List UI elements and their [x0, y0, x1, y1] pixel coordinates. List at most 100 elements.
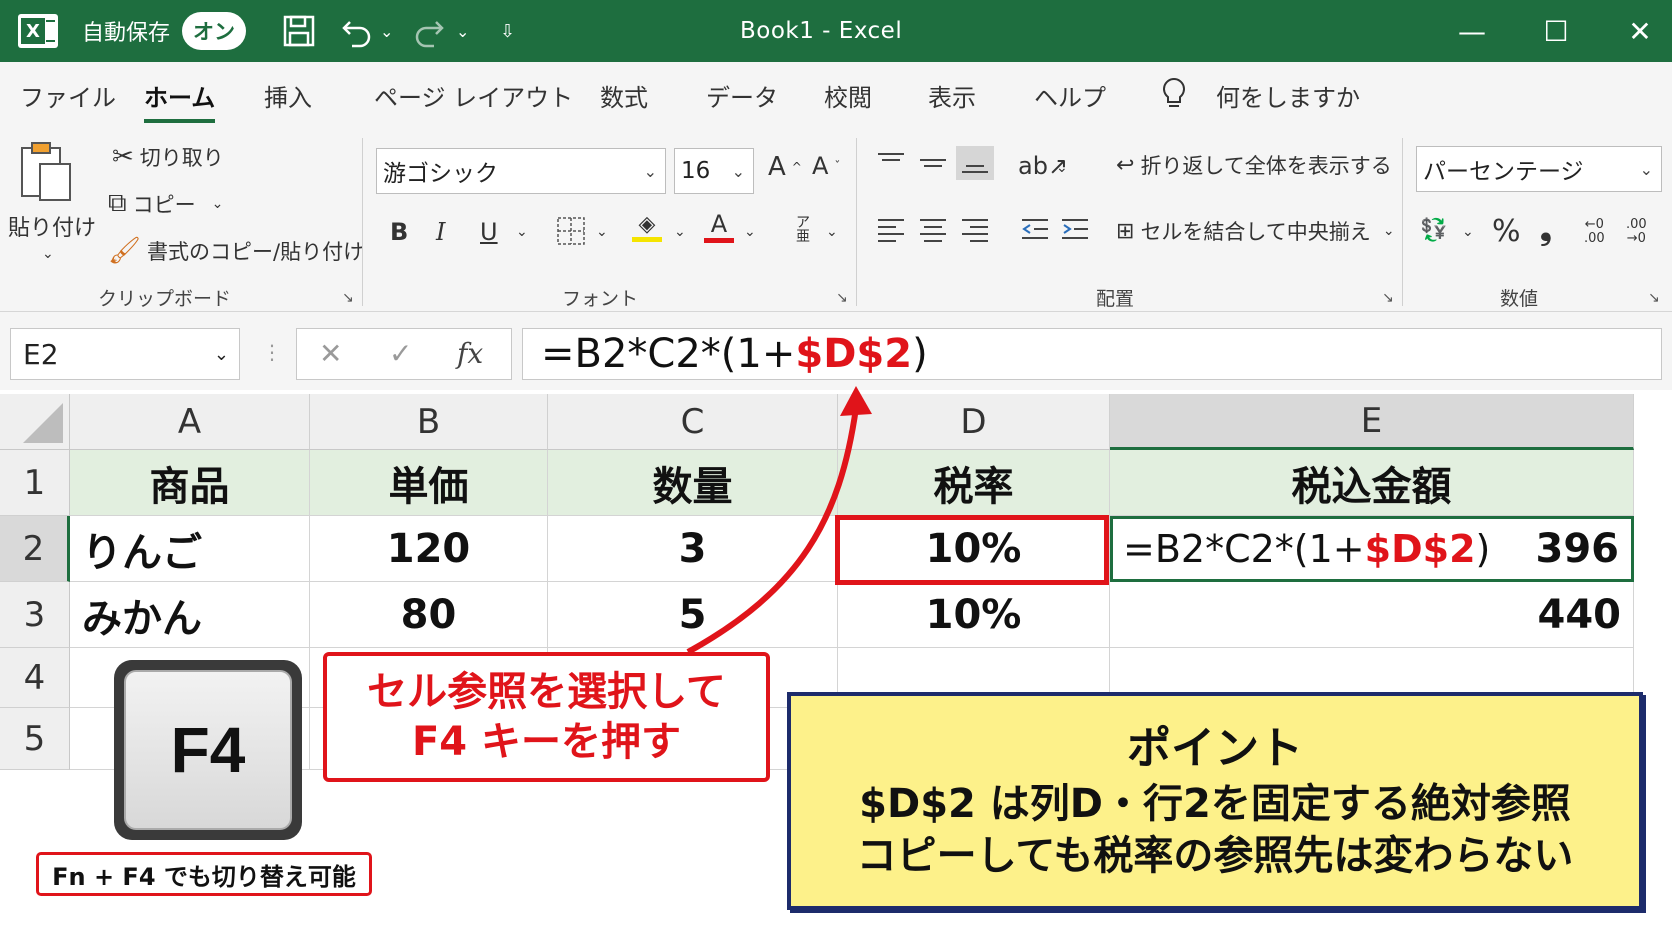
column-header-e[interactable]: E [1110, 394, 1634, 450]
tab-formulas[interactable]: 数式 [600, 78, 648, 113]
tab-view[interactable]: 表示 [928, 78, 976, 113]
font-color-icon[interactable]: A [704, 210, 734, 243]
font-size-select[interactable]: 16 ⌄ [674, 148, 754, 194]
align-right-icon[interactable] [960, 216, 990, 242]
cell-a2[interactable]: りんご [70, 516, 310, 582]
cell-c3[interactable]: 5 [548, 582, 838, 648]
tab-file[interactable]: ファイル [20, 78, 116, 113]
wrap-text-button[interactable]: ↩ 折り返して全体を表示する [1116, 150, 1392, 180]
decrease-font-icon[interactable]: Aˇ [812, 152, 840, 180]
orientation-dropdown-icon[interactable]: ⌄ [1056, 160, 1068, 176]
clipboard-launcher-icon[interactable]: ↘ [342, 290, 354, 306]
redo-icon[interactable] [412, 0, 446, 62]
cut-button[interactable]: ✂ 切り取り [112, 142, 224, 172]
cell-b1[interactable]: 単価 [310, 450, 548, 516]
borders-icon[interactable] [556, 216, 586, 246]
undo-icon[interactable] [340, 0, 374, 62]
increase-decimal-icon[interactable]: ←0.00 [1584, 217, 1605, 247]
paste-dropdown-icon[interactable]: ⌄ [42, 246, 54, 262]
lightbulb-icon[interactable] [1160, 76, 1188, 117]
italic-icon[interactable]: I [436, 218, 445, 246]
number-launcher-icon[interactable]: ↘ [1648, 290, 1660, 306]
borders-dropdown-icon[interactable]: ⌄ [596, 224, 608, 240]
cell-b2[interactable]: 120 [310, 516, 548, 582]
cell-d1[interactable]: 税率 [838, 450, 1110, 516]
align-top-icon[interactable] [876, 150, 906, 176]
name-box[interactable]: E2 ⌄ [10, 328, 240, 380]
increase-indent-icon[interactable] [1060, 216, 1090, 242]
merge-center-button[interactable]: ⊞ セルを結合して中央揃え ⌄ [1116, 216, 1395, 246]
tell-me-search[interactable]: 何をしますか [1216, 78, 1360, 113]
tab-home[interactable]: ホーム [144, 78, 216, 123]
maximize-button[interactable]: ☐ [1536, 0, 1576, 62]
paste-icon[interactable] [18, 140, 74, 202]
cell-d3[interactable]: 10% [838, 582, 1110, 648]
column-header-d[interactable]: D [838, 394, 1110, 450]
align-center-icon[interactable] [918, 216, 948, 242]
tab-help[interactable]: ヘルプ [1034, 78, 1106, 113]
row-header-3[interactable]: 3 [0, 582, 70, 648]
phonetic-icon[interactable]: ア亜 [796, 216, 810, 244]
column-header-a[interactable]: A [70, 394, 310, 450]
increase-font-icon[interactable]: A ^ [768, 152, 802, 182]
cell-a3[interactable]: みかん [70, 582, 310, 648]
decrease-decimal-icon[interactable]: .00 →0 [1626, 217, 1647, 247]
copy-button[interactable]: ⧉ コピー ⌄ [108, 188, 223, 219]
align-middle-icon[interactable] [918, 150, 948, 176]
cell-e2[interactable]: =B2*C2*(1+$D$2) 396 [1110, 516, 1634, 582]
phonetic-dropdown-icon[interactable]: ⌄ [826, 224, 838, 240]
merge-dropdown-icon[interactable]: ⌄ [1383, 223, 1395, 239]
cell-c1[interactable]: 数量 [548, 450, 838, 516]
fill-color-icon[interactable]: ◈ [632, 212, 662, 242]
decrease-indent-icon[interactable] [1020, 216, 1050, 242]
format-painter-button[interactable]: 🖌 書式のコピー/貼り付け [108, 236, 364, 266]
paste-button[interactable]: 貼り付け [8, 210, 96, 242]
cell-e3[interactable]: 440 [1110, 582, 1634, 648]
save-icon[interactable] [282, 0, 316, 62]
chevron-down-icon: ⌄ [731, 161, 745, 181]
copy-dropdown-icon[interactable]: ⌄ [212, 196, 224, 212]
currency-dropdown-icon[interactable]: ⌄ [1462, 224, 1474, 240]
cell-b3[interactable]: 80 [310, 582, 548, 648]
close-button[interactable]: ✕ [1620, 0, 1660, 62]
percent-style-icon[interactable]: % [1492, 214, 1521, 249]
tab-insert[interactable]: 挿入 [264, 78, 312, 113]
minimize-button[interactable]: — [1452, 0, 1492, 62]
row-header-4[interactable]: 4 [0, 648, 70, 708]
row-header-1[interactable]: 1 [0, 450, 70, 516]
select-all-corner[interactable] [0, 394, 70, 450]
tab-review[interactable]: 校閲 [824, 78, 872, 113]
column-header-c[interactable]: C [548, 394, 838, 450]
enter-icon[interactable]: ✓ [389, 337, 412, 370]
cancel-icon[interactable]: ✕ [319, 337, 342, 370]
copy-label: コピー [132, 192, 196, 217]
insert-function-icon[interactable]: fx [457, 337, 483, 370]
cell-a1[interactable]: 商品 [70, 450, 310, 516]
fill-color-dropdown-icon[interactable]: ⌄ [674, 224, 686, 240]
tab-page-layout[interactable]: ページ レイアウト [374, 78, 573, 113]
font-launcher-icon[interactable]: ↘ [836, 290, 848, 306]
font-name-select[interactable]: 游ゴシック ⌄ [376, 148, 666, 194]
align-left-icon[interactable] [876, 216, 906, 242]
wrap-text-icon: ↩ [1116, 152, 1135, 178]
bold-icon[interactable]: B [390, 218, 408, 246]
autosave-toggle[interactable]: オン [182, 12, 246, 50]
cell-c2[interactable]: 3 [548, 516, 838, 582]
number-format-select[interactable]: パーセンテージ ⌄ [1416, 146, 1662, 192]
tab-data[interactable]: データ [706, 78, 778, 113]
cell-e1[interactable]: 税込金額 [1110, 450, 1634, 516]
row-header-2[interactable]: 2 [0, 516, 70, 582]
formula-input[interactable]: =B2*C2*(1+ $D$2) [522, 328, 1662, 380]
underline-dropdown-icon[interactable]: ⌄ [516, 224, 528, 240]
underline-icon[interactable]: U [480, 218, 498, 246]
alignment-launcher-icon[interactable]: ↘ [1382, 290, 1394, 306]
comma-style-icon[interactable]: ❟ [1540, 212, 1552, 247]
redo-dropdown-icon[interactable]: ⌄ [456, 0, 469, 62]
align-bottom-icon[interactable] [956, 146, 994, 180]
undo-dropdown-icon[interactable]: ⌄ [380, 0, 393, 62]
row-header-5[interactable]: 5 [0, 708, 70, 770]
currency-format-icon[interactable]: 💱 [1420, 218, 1447, 243]
column-header-b[interactable]: B [310, 394, 548, 450]
font-color-dropdown-icon[interactable]: ⌄ [744, 224, 756, 240]
customize-toolbar-icon[interactable]: ⇩ [500, 0, 515, 62]
